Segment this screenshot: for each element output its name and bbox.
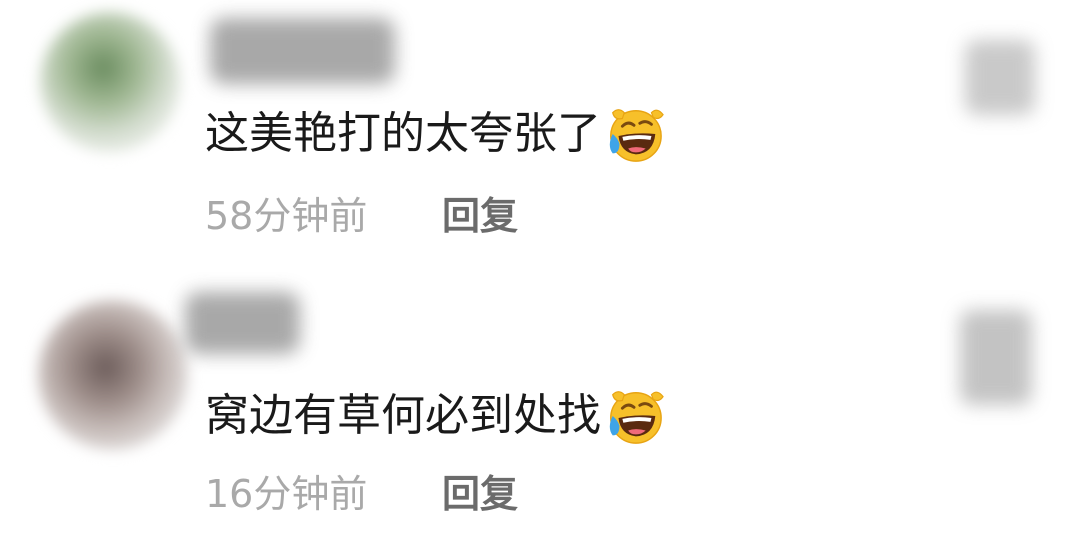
username-redacted[interactable] xyxy=(210,18,395,84)
reply-button[interactable]: 回复 xyxy=(442,470,518,518)
comment-meta: 16分钟前 回复 xyxy=(205,470,518,518)
reply-button[interactable]: 回复 xyxy=(442,192,518,240)
comment-text: 窝边有草何必到处找 xyxy=(205,385,665,447)
timestamp: 58分钟前 xyxy=(205,194,368,238)
avatar[interactable] xyxy=(38,300,188,450)
comment-body: 这美艳打的太夸张了 xyxy=(205,108,601,159)
comment-body: 窝边有草何必到处找 xyxy=(205,390,601,441)
username-redacted[interactable] xyxy=(185,292,300,354)
comment-text: 这美艳打的太夸张了 xyxy=(205,103,665,165)
like-button-redacted[interactable] xyxy=(960,310,1032,405)
comment-meta: 58分钟前 回复 xyxy=(205,192,518,240)
laughing-crying-face-icon xyxy=(609,109,664,162)
comment-item: 窝边有草何必到处找 16分钟前 回复 xyxy=(0,270,1079,546)
laughing-crying-face-icon xyxy=(609,391,664,444)
avatar[interactable] xyxy=(40,12,180,152)
timestamp: 16分钟前 xyxy=(205,472,368,516)
comment-item: 这美艳打的太夸张了 58分钟前 回复 xyxy=(0,0,1079,270)
like-button-redacted[interactable] xyxy=(965,40,1035,115)
